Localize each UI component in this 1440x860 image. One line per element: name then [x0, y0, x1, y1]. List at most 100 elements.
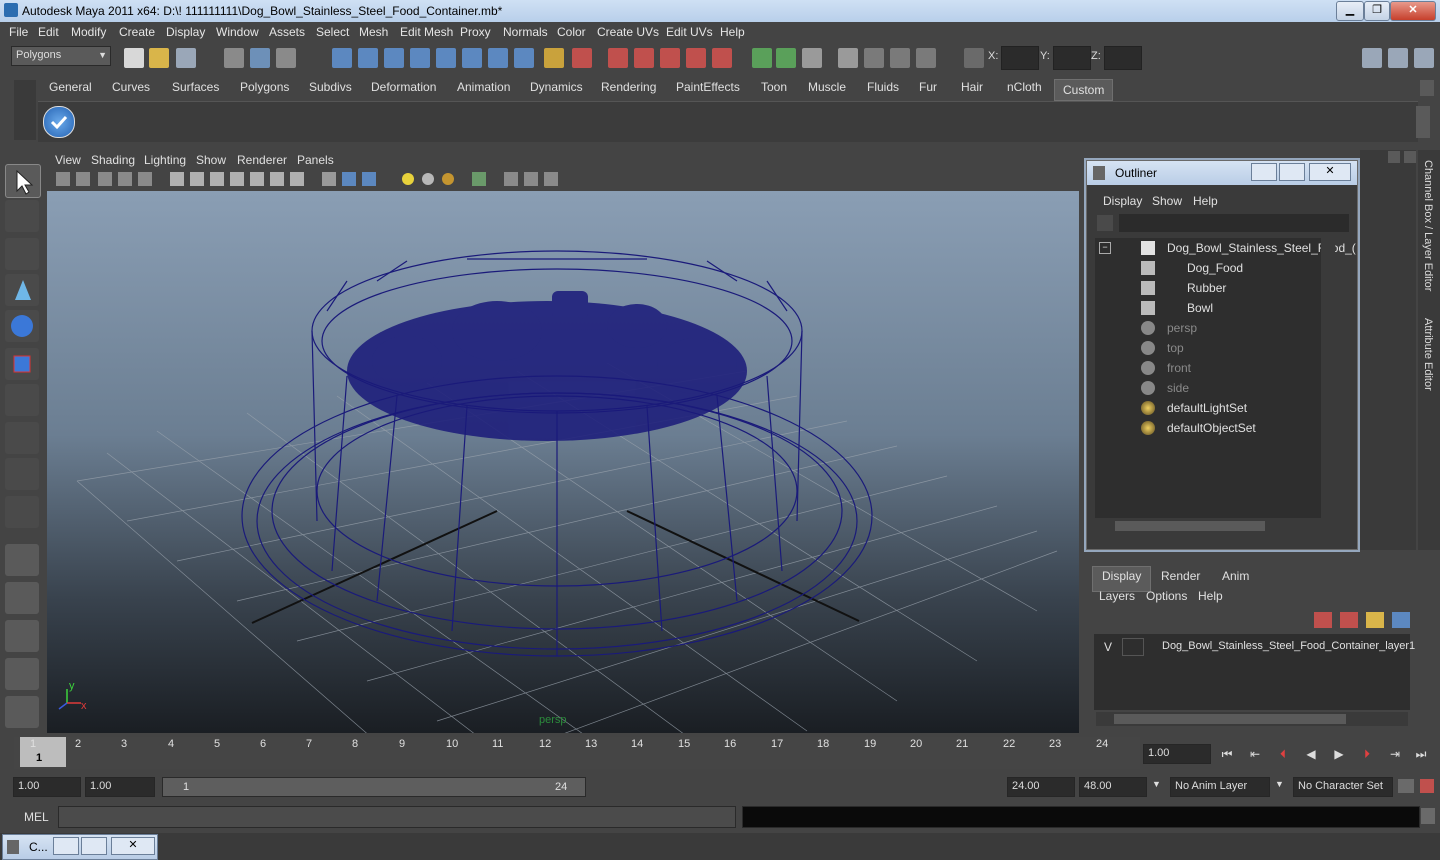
outliner-item-side[interactable]: side: [1095, 378, 1335, 398]
shelf-tab-muscle[interactable]: Muscle: [808, 80, 846, 100]
outliner-item-bowl[interactable]: Bowl: [1095, 298, 1335, 318]
viewport-menu-view[interactable]: View: [55, 153, 81, 167]
step-back-frame-icon[interactable]: ⏴: [1274, 747, 1292, 763]
panel-float-icon[interactable]: [1388, 151, 1400, 163]
layout-single-pane-icon[interactable]: [5, 544, 39, 576]
outliner-item-default-object-set[interactable]: defaultObjectSet: [1095, 418, 1335, 438]
layout-outliner-pane-icon[interactable]: [5, 620, 39, 652]
wireframe-on-shaded-icon[interactable]: [230, 172, 244, 186]
texture-icon[interactable]: [270, 172, 284, 186]
select-object-icon[interactable]: [250, 48, 270, 68]
maximize-minimized-button[interactable]: [81, 837, 107, 855]
shelf-tab-rendering[interactable]: Rendering: [601, 80, 656, 100]
animation-preferences-icon[interactable]: [1420, 779, 1434, 793]
select-input-icon[interactable]: [572, 48, 592, 68]
toggle-attribute-editor-icon[interactable]: [1362, 48, 1382, 68]
bookmark-icon[interactable]: [98, 172, 112, 186]
camera-select-icon[interactable]: [56, 172, 70, 186]
range-end-inner-field[interactable]: 24.00: [1007, 777, 1075, 797]
hypershade-icon[interactable]: [686, 48, 706, 68]
outliner-menu-display[interactable]: Display: [1103, 194, 1142, 208]
maximize-button[interactable]: ❐: [1364, 1, 1390, 21]
command-input[interactable]: [58, 806, 736, 828]
shelf-tab-surfaces[interactable]: Surfaces: [172, 80, 219, 100]
shelf-options-handle[interactable]: [14, 80, 36, 140]
layout-four-pane-icon[interactable]: [5, 582, 39, 614]
step-back-key-icon[interactable]: ⇤: [1246, 747, 1264, 763]
viewport-menu-show[interactable]: Show: [196, 153, 226, 167]
move-layer-up-icon[interactable]: [1314, 612, 1332, 628]
channel-box-tab[interactable]: Channel Box / Layer Editor: [1422, 160, 1434, 291]
show-manipulator-icon[interactable]: [5, 458, 39, 490]
construction-history-icon[interactable]: [488, 48, 508, 68]
minimize-button[interactable]: ▁: [1336, 1, 1364, 21]
script-editor-icon[interactable]: [1421, 808, 1435, 824]
select-tool-icon[interactable]: [5, 164, 41, 198]
sidebar-toggle-icon[interactable]: [802, 48, 822, 68]
menu-file[interactable]: File: [9, 25, 28, 39]
shelf-tab-polygons[interactable]: Polygons: [240, 80, 289, 100]
outliner-search-field[interactable]: [1119, 214, 1349, 232]
render-settings-icon[interactable]: [660, 48, 680, 68]
lock-icon[interactable]: [544, 48, 564, 68]
scale-tool-icon[interactable]: [5, 348, 39, 380]
toggle-channel-box-icon[interactable]: [1414, 48, 1434, 68]
viewport-menu-panels[interactable]: Panels: [297, 153, 334, 167]
time-slider[interactable]: 1: [14, 737, 1140, 769]
camera-attributes-icon[interactable]: [76, 172, 90, 186]
range-start-field[interactable]: 1.00: [13, 777, 81, 797]
panel-close-icon[interactable]: [1404, 151, 1416, 163]
all-lights-icon[interactable]: [342, 172, 356, 186]
xray-icon[interactable]: [250, 172, 264, 186]
layer-tab-anim[interactable]: Anim: [1222, 566, 1249, 589]
rotate-tool-icon[interactable]: [5, 310, 39, 342]
snap-plane-icon[interactable]: [410, 48, 430, 68]
layout-outliner-icon[interactable]: [890, 48, 910, 68]
key-icon[interactable]: [1398, 779, 1414, 793]
menu-create-uvs[interactable]: Create UVs: [597, 25, 659, 39]
x-field[interactable]: [1001, 46, 1039, 70]
menu-select[interactable]: Select: [316, 25, 349, 39]
z-field[interactable]: [1104, 46, 1142, 70]
menu-mesh[interactable]: Mesh: [359, 25, 388, 39]
outliner-item-dog-food[interactable]: Dog_Food: [1095, 258, 1335, 278]
step-forward-key-icon[interactable]: ⇥: [1386, 747, 1404, 763]
hypershade-pane-icon[interactable]: [5, 696, 39, 728]
render-view-icon[interactable]: [712, 48, 732, 68]
layer-visibility-toggle[interactable]: V: [1104, 640, 1112, 654]
outliner-item-persp[interactable]: persp: [1095, 318, 1335, 338]
select-component-icon[interactable]: [276, 48, 296, 68]
grid-toggle-icon[interactable]: [138, 172, 152, 186]
move-layer-down-icon[interactable]: [1340, 612, 1358, 628]
mode-selector[interactable]: Polygons ▼: [11, 46, 111, 66]
outliner-minimize-button[interactable]: [1251, 163, 1277, 181]
menu-display[interactable]: Display: [166, 25, 205, 39]
menu-edit-mesh[interactable]: Edit Mesh: [400, 25, 453, 39]
close-button[interactable]: ✕: [1390, 1, 1436, 21]
snap-live-icon[interactable]: [462, 48, 482, 68]
layer-menu-layers[interactable]: Layers: [1099, 589, 1135, 603]
shelf-tab-painteffects[interactable]: PaintEffects: [676, 80, 740, 100]
checker-icon[interactable]: [290, 172, 304, 186]
layout-graph-pane-icon[interactable]: [5, 658, 39, 690]
selected-lights-icon[interactable]: [362, 172, 376, 186]
wireframe-icon[interactable]: [170, 172, 184, 186]
input-line-icon[interactable]: [752, 48, 772, 68]
layer-row[interactable]: V Dog_Bowl_Stainless_Steel_Food_Containe…: [1094, 636, 1415, 656]
attribute-editor-tab[interactable]: Attribute Editor: [1422, 318, 1434, 391]
layer-menu-help[interactable]: Help: [1198, 589, 1223, 603]
layer-tab-render[interactable]: Render: [1161, 566, 1200, 589]
chevron-down-icon[interactable]: ▼: [1152, 779, 1161, 789]
light-grey-icon[interactable]: [422, 173, 434, 185]
viewport-menu-renderer[interactable]: Renderer: [237, 153, 287, 167]
toggle-panel-icon[interactable]: [776, 48, 796, 68]
outliner-filter-icon[interactable]: [1097, 215, 1113, 231]
menu-help[interactable]: Help: [720, 25, 745, 39]
chevron-down-icon[interactable]: ▼: [1275, 779, 1284, 789]
range-end-field[interactable]: 48.00: [1079, 777, 1147, 797]
help-icon[interactable]: [514, 48, 534, 68]
y-field[interactable]: [1053, 46, 1091, 70]
menu-normals[interactable]: Normals: [503, 25, 548, 39]
manipulator-tool-icon[interactable]: [5, 384, 39, 416]
shelf-tab-general[interactable]: General: [49, 80, 92, 100]
